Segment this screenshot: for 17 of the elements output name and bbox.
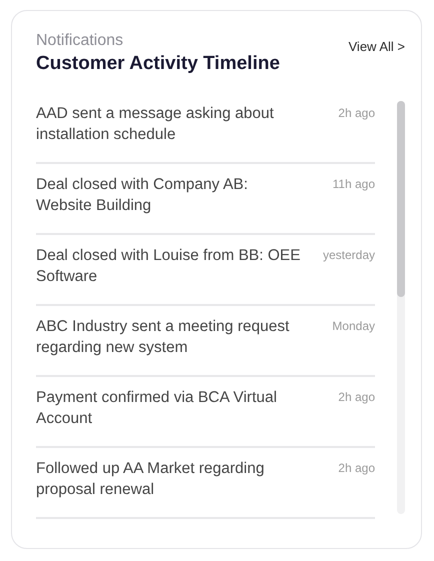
scrollbar-thumb[interactable] <box>397 101 405 297</box>
notification-time: 2h ago <box>338 389 375 406</box>
notification-text: Payment confirmed via BCA Virtual Account <box>36 388 278 429</box>
notification-text: Deal closed with Louise from BB: OEE Software <box>36 246 302 287</box>
notification-time: 2h ago <box>338 460 375 477</box>
notification-time: Monday <box>332 318 375 335</box>
notification-text: ABC Industry sent a meeting request regarding new system <box>36 317 290 358</box>
card-title: Customer Activity Timeline <box>36 52 280 76</box>
notification-time: 2h ago <box>338 105 375 122</box>
notification-text: Followed up AA Market regarding proposal renewal <box>36 459 266 500</box>
notification-time: yesterday <box>322 247 375 264</box>
view-all-link[interactable]: View All > <box>348 37 405 56</box>
notification-text: Deal closed with Company AB: Website Building <box>36 175 249 216</box>
notification-text: AAD sent a message asking about installation schedule <box>36 104 275 145</box>
card-subtitle: Notifications <box>36 31 124 51</box>
scrollbar-track[interactable] <box>397 101 405 514</box>
notification-time: 11h ago <box>332 176 375 193</box>
